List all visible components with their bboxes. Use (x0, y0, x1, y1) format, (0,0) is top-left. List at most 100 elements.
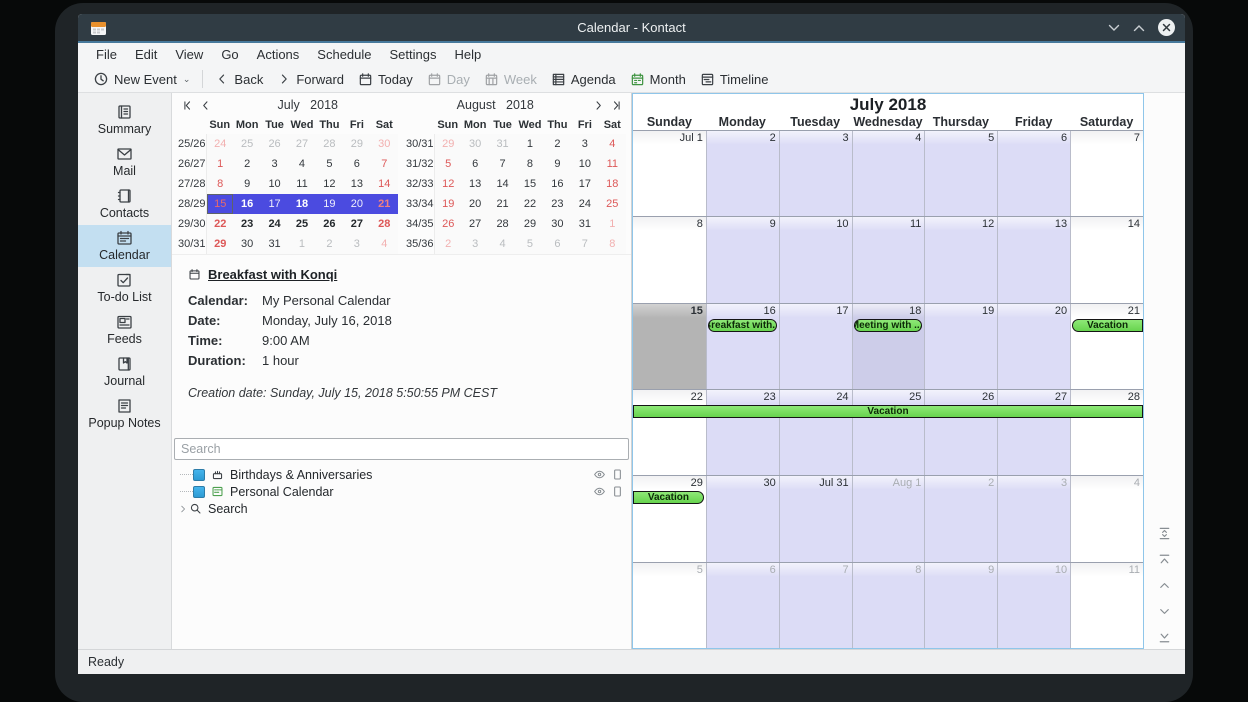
mini-day-cell[interactable]: 30 (544, 214, 571, 234)
mini-day-cell[interactable]: 2 (233, 154, 260, 174)
mini-day-cell[interactable]: 6 (544, 234, 571, 254)
event-bar[interactable]: Meeting with .... (854, 319, 923, 332)
mini-day-cell[interactable]: 14 (489, 174, 516, 194)
mini-day-cell[interactable]: 27 (461, 214, 488, 234)
month-day-cell[interactable]: 30 (706, 476, 779, 561)
mini-day-cell[interactable]: 24 (261, 214, 288, 234)
mini-day-cell[interactable]: 16 (544, 174, 571, 194)
week-number[interactable]: 25/26 (176, 134, 206, 154)
month-day-cell[interactable]: 15 (633, 304, 706, 389)
event-bar[interactable]: Vacation (1072, 319, 1143, 332)
month-day-cell[interactable]: 22 (633, 390, 706, 475)
next-year-button[interactable] (607, 99, 625, 112)
mini-day-cell[interactable]: 25 (233, 134, 260, 154)
mini-day-cell[interactable]: 2 (434, 234, 461, 254)
month-day-cell[interactable]: 5 (924, 131, 997, 216)
menu-settings[interactable]: Settings (382, 45, 445, 64)
month-day-cell[interactable]: 19 (924, 304, 997, 389)
mini-day-cell[interactable]: 12 (434, 174, 461, 194)
week-number[interactable]: 30/31 (176, 234, 206, 254)
mini-day-cell[interactable]: 29 (434, 134, 461, 154)
month-view-button[interactable]: Month (623, 70, 693, 89)
mini-day-cell[interactable]: 13 (461, 174, 488, 194)
mini-day-cell[interactable]: 31 (489, 134, 516, 154)
mini-day-cell[interactable]: 2 (544, 134, 571, 154)
mini-day-cell[interactable]: 3 (571, 134, 598, 154)
mini-day-cell[interactable]: 31 (261, 234, 288, 254)
mini-day-cell[interactable]: 21 (371, 194, 398, 214)
month-day-cell[interactable]: 9 (924, 563, 997, 648)
sidebar-item-mail[interactable]: Mail (78, 141, 171, 183)
mini-day-cell[interactable]: 28 (371, 214, 398, 234)
forward-button[interactable]: Forward (270, 70, 351, 89)
month-day-cell[interactable]: 23 (706, 390, 779, 475)
mini-day-cell[interactable]: 28 (316, 134, 343, 154)
mini-day-cell[interactable]: 5 (516, 234, 543, 254)
quickview-icon[interactable] (611, 468, 624, 481)
event-title[interactable]: Breakfast with Konqi (208, 267, 337, 282)
week-number[interactable]: 28/29 (176, 194, 206, 214)
mini-day-cell[interactable]: 25 (599, 194, 626, 214)
mini-day-cell[interactable]: 31 (571, 214, 598, 234)
mini-day-cell[interactable]: 4 (599, 134, 626, 154)
month-day-cell[interactable]: 11 (1070, 563, 1143, 648)
mini-day-cell[interactable]: 20 (343, 194, 370, 214)
month-day-cell[interactable]: 25 (852, 390, 925, 475)
mini-day-cell[interactable]: 4 (489, 234, 516, 254)
week-number[interactable]: 33/34 (404, 194, 434, 214)
mini-day-cell[interactable]: 3 (461, 234, 488, 254)
mini-day-cell[interactable]: 5 (434, 154, 461, 174)
mini-day-cell[interactable]: 15 (206, 194, 233, 214)
mini-day-cell[interactable]: 6 (343, 154, 370, 174)
month-day-cell[interactable]: 4 (852, 131, 925, 216)
sidebar-item-journal[interactable]: Journal (78, 351, 171, 393)
scroll-up-icon[interactable] (1157, 578, 1172, 593)
month-day-cell[interactable]: Aug 1 (852, 476, 925, 561)
sidebar-item-todo[interactable]: To-do List (78, 267, 171, 309)
maximize-button[interactable] (1133, 24, 1145, 32)
month-day-cell[interactable]: 5 (633, 563, 706, 648)
event-bar[interactable]: Vacation (633, 491, 704, 504)
mini-day-cell[interactable]: 23 (233, 214, 260, 234)
mini-day-cell[interactable]: 10 (261, 174, 288, 194)
mini-day-cell[interactable]: 27 (343, 214, 370, 234)
mini-day-cell[interactable]: 25 (288, 214, 315, 234)
month-day-cell[interactable]: 2 (924, 476, 997, 561)
today-button[interactable]: Today (351, 70, 420, 89)
mini-day-cell[interactable]: 13 (343, 174, 370, 194)
week-number[interactable]: 26/27 (176, 154, 206, 174)
scroll-to-top-icon[interactable] (1157, 552, 1172, 567)
checkbox-checked[interactable] (193, 486, 205, 498)
month-day-cell[interactable]: Jul 1 (633, 131, 706, 216)
mini-day-cell[interactable]: 4 (371, 234, 398, 254)
mini-day-cell[interactable]: 30 (371, 134, 398, 154)
next-month-button[interactable] (589, 99, 607, 112)
menu-view[interactable]: View (167, 45, 211, 64)
timeline-view-button[interactable]: Timeline (693, 70, 776, 89)
fit-view-icon[interactable] (1157, 526, 1172, 541)
month-day-cell[interactable]: 16 (706, 304, 779, 389)
mini-day-cell[interactable]: 20 (461, 194, 488, 214)
sidebar-item-feeds[interactable]: Feeds (78, 309, 171, 351)
mini-day-cell[interactable]: 27 (288, 134, 315, 154)
month-day-cell[interactable]: 14 (1070, 217, 1143, 302)
month-day-cell[interactable]: 7 (1070, 131, 1143, 216)
mini-day-cell[interactable]: 30 (233, 234, 260, 254)
navigator-month-title-july[interactable]: July 2018 (214, 98, 402, 112)
mini-day-cell[interactable]: 22 (516, 194, 543, 214)
mini-day-cell[interactable]: 29 (343, 134, 370, 154)
mini-day-cell[interactable]: 1 (516, 134, 543, 154)
menu-go[interactable]: Go (213, 45, 246, 64)
month-day-cell[interactable]: 7 (779, 563, 852, 648)
mini-day-cell[interactable]: 9 (233, 174, 260, 194)
mini-day-cell[interactable]: 18 (288, 194, 315, 214)
mini-day-cell[interactable]: 8 (516, 154, 543, 174)
event-bar[interactable]: Breakfast with... (708, 319, 777, 332)
month-day-cell[interactable]: 8 (852, 563, 925, 648)
mini-day-cell[interactable]: 19 (434, 194, 461, 214)
mini-day-cell[interactable]: 11 (288, 174, 315, 194)
mini-day-cell[interactable]: 12 (316, 174, 343, 194)
mini-day-cell[interactable]: 28 (489, 214, 516, 234)
mini-day-cell[interactable]: 26 (434, 214, 461, 234)
mini-day-cell[interactable]: 7 (371, 154, 398, 174)
